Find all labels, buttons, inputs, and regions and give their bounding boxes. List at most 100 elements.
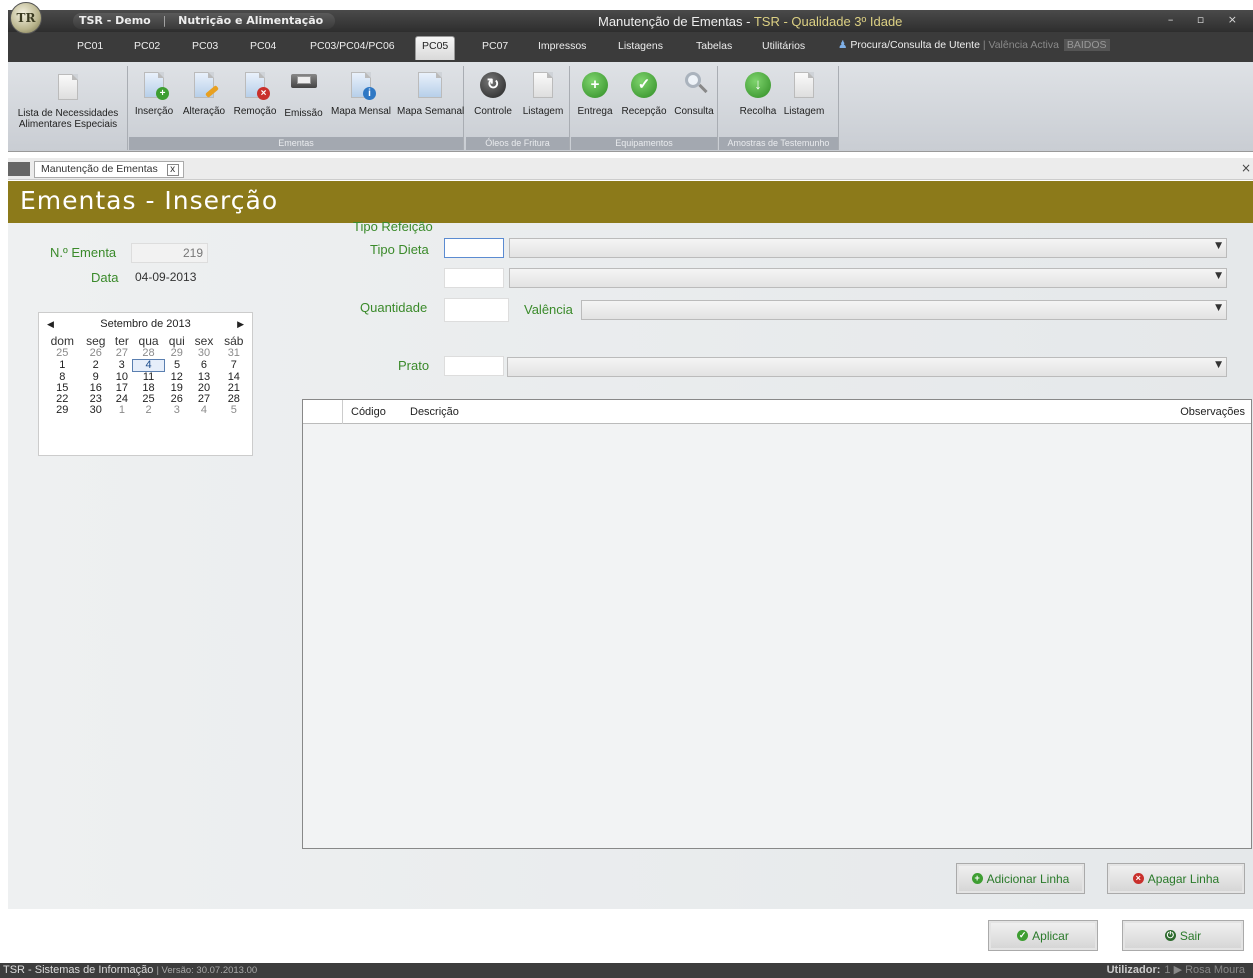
mapa-semanal-button[interactable]: Mapa Semanal [397, 66, 464, 117]
tab-pc02[interactable]: PC02 [134, 40, 160, 52]
status-user: Utilizador: 1 ▶ Rosa Moura [1107, 963, 1245, 978]
tipo-refeicao-code-field[interactable] [444, 238, 504, 258]
chevron-right-icon[interactable]: ▶ [237, 313, 244, 335]
tab-listagens[interactable]: Listagens [618, 40, 663, 52]
calendar-day[interactable]: 5 [219, 405, 249, 416]
insercao-button[interactable]: + Inserção [131, 66, 177, 117]
lista-label-2: Alimentares Especiais [18, 119, 118, 130]
lista-necessidades-button[interactable]: Lista de Necessidades Alimentares Especi… [8, 70, 128, 130]
calendar-header: ◀ Setembro de 2013 ▶ [39, 313, 252, 335]
close-all-icon[interactable]: × [1241, 161, 1251, 175]
calendar-day[interactable]: 25 [44, 348, 81, 360]
tab-pc01[interactable]: PC01 [77, 40, 103, 52]
apply-button[interactable]: ✓ Aplicar [988, 920, 1098, 951]
calendar-day[interactable]: 5 [164, 360, 189, 372]
calendar-day[interactable]: 27 [111, 348, 133, 360]
entrega-button[interactable]: + Entrega [573, 66, 617, 117]
exit-button[interactable]: ⏻ Sair [1122, 920, 1244, 951]
tab-pc03-pc04-pc06[interactable]: PC03/PC04/PC06 [310, 40, 395, 52]
date-calendar[interactable]: ◀ Setembro de 2013 ▶ dom seg ter qua qui sex s… [38, 312, 253, 456]
tab-pc04[interactable]: PC04 [250, 40, 276, 52]
check-icon: ✓ [1017, 930, 1029, 941]
status-left: TSR - Sistemas de Informação | Versão: 3… [3, 963, 257, 978]
mapa-mensal-button[interactable]: i Mapa Mensal [327, 66, 395, 117]
apply-label: Aplicar [1032, 928, 1069, 943]
tab-pc07[interactable]: PC07 [482, 40, 508, 52]
tab-pc03[interactable]: PC03 [192, 40, 218, 52]
tipo-dieta-combo[interactable]: ▼ [509, 268, 1227, 288]
calendar-weekday: ter [114, 334, 129, 348]
info-document-icon: i [348, 72, 376, 100]
oleos-listagem-button[interactable]: Listagem [518, 66, 568, 117]
data-field[interactable]: 04-09-2013 [131, 268, 208, 288]
group-amostras: ↓ Recolha Listagem Amostras de Testemunh… [719, 66, 839, 150]
emissao-button[interactable]: Emissão [281, 66, 326, 119]
calendar-day[interactable]: 28 [133, 348, 164, 360]
calendar-day[interactable]: 2 [133, 405, 164, 416]
controle-button[interactable]: ↻ Controle [470, 66, 516, 117]
consulta-button[interactable]: Consulta [671, 66, 717, 117]
alteracao-button[interactable]: Alteração [179, 66, 229, 117]
calendar-day[interactable]: 30 [81, 405, 111, 416]
delete-icon: × [1132, 873, 1144, 884]
delete-document-icon: × [242, 72, 270, 100]
column-header-descricao[interactable]: Descrição [410, 406, 459, 418]
calendar-weekday: dom [50, 334, 74, 348]
search-utente[interactable]: ♟ Procura/Consulta de Utente | Valência … [838, 39, 1110, 51]
quantidade-field[interactable] [444, 298, 509, 322]
alteracao-label: Alteração [182, 106, 226, 117]
valencia-activa-value: BAIDOS [1063, 39, 1110, 51]
printer-icon [290, 74, 317, 100]
calendar-day[interactable]: 3 [164, 405, 189, 416]
calendar-day[interactable]: 4 [132, 359, 165, 372]
tipo-refeicao-combo[interactable]: ▼ [509, 238, 1227, 258]
recepcao-button[interactable]: ✓ Recepção [618, 66, 670, 117]
column-header-codigo[interactable]: Código [351, 406, 386, 418]
valencia-combo[interactable]: ▼ [581, 300, 1227, 320]
group-oleos: ↻ Controle Listagem Óleos de Fritura [466, 66, 570, 150]
calendar-day[interactable]: 2 [81, 360, 111, 372]
calendar-day[interactable]: 1 [44, 360, 81, 372]
amostras-listagem-button[interactable]: Listagem [779, 66, 829, 117]
amostras-listagem-label: Listagem [783, 106, 825, 117]
remocao-button[interactable]: × Remoção [230, 66, 280, 117]
calendar-day[interactable]: 30 [189, 348, 218, 360]
exit-label: Sair [1179, 928, 1202, 943]
delete-line-button[interactable]: × Apagar Linha [1107, 863, 1245, 894]
tipo-dieta-code-field[interactable] [444, 268, 504, 288]
tipo-refeicao-label: Tipo Refeição [353, 219, 433, 234]
close-icon[interactable]: x [166, 164, 179, 176]
calendar-day[interactable]: 6 [189, 360, 218, 372]
calendar-day[interactable]: 3 [111, 360, 133, 372]
tab-utilitarios[interactable]: Utilitários [762, 40, 805, 52]
calendar-day[interactable]: 7 [219, 360, 249, 372]
tab-tabelas[interactable]: Tabelas [696, 40, 732, 52]
calendar-day[interactable]: 4 [189, 405, 218, 416]
add-icon: + [971, 873, 983, 884]
prato-code-field[interactable] [444, 356, 504, 376]
window-controls[interactable]: – ▫ × [1168, 13, 1247, 26]
chevron-left-icon[interactable]: ◀ [47, 313, 54, 335]
window-title-prefix: Manutenção de Ementas - [598, 14, 754, 29]
calendar-day[interactable]: 29 [44, 405, 81, 416]
calendar-day[interactable]: 29 [164, 348, 189, 360]
column-header-observacoes[interactable]: Observações [1180, 406, 1245, 418]
calendar-day[interactable]: 31 [219, 348, 249, 360]
recolha-button[interactable]: ↓ Recolha [737, 66, 779, 117]
app-logo-icon[interactable]: TR [10, 2, 42, 34]
tab-pc05[interactable]: PC05 [415, 36, 456, 60]
entrega-label: Entrega [577, 106, 613, 117]
consulta-label: Consulta [674, 106, 714, 117]
tab-impressos[interactable]: Impressos [538, 40, 586, 52]
prato-combo[interactable]: ▼ [507, 357, 1227, 377]
pratos-grid[interactable]: Código Descrição Observações [302, 399, 1252, 849]
calendar-day[interactable]: 26 [81, 348, 111, 360]
ribbon-toolbar: Lista de Necessidades Alimentares Especi… [8, 62, 1253, 152]
document-tab[interactable]: Manutenção de Ementas x [34, 161, 184, 178]
main-form: N.º Ementa 219 Data 04-09-2013 ◀ Setembr… [8, 219, 1253, 951]
calendar-day[interactable]: 1 [111, 405, 133, 416]
ementas-group-caption: Ementas [129, 137, 463, 150]
calendar-document-icon [417, 72, 443, 98]
ementa-number-field: 219 [131, 243, 208, 263]
add-line-button[interactable]: + Adicionar Linha [956, 863, 1085, 894]
